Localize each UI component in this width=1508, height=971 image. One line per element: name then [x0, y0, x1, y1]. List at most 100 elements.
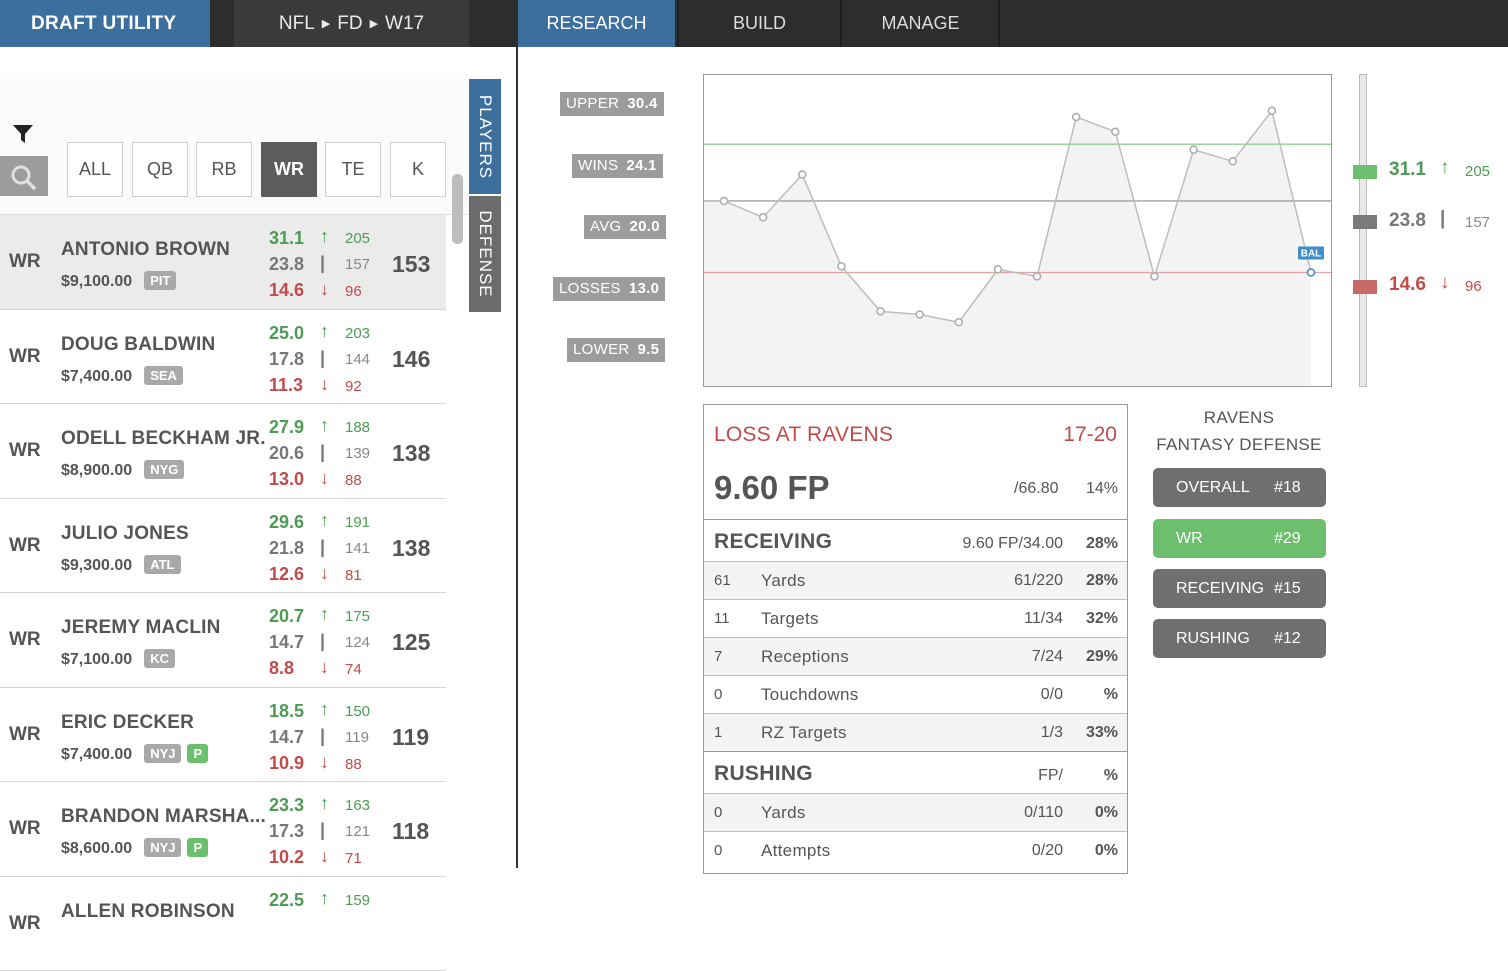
game-log-chart: BAL — [703, 74, 1332, 387]
nav-divider — [840, 0, 842, 47]
rushing-title: RUSHING — [714, 762, 813, 786]
avg-range-handle[interactable] — [1353, 215, 1377, 229]
stat-label: Touchdowns — [761, 685, 859, 705]
stat-share: 0/110 — [1024, 804, 1063, 822]
player-salary-line: $7,400.00SEA — [61, 367, 183, 386]
defense-rank-receiving-button[interactable]: RECEIVING#15 — [1153, 569, 1326, 608]
stat-label: Targets — [761, 609, 819, 629]
search-button[interactable] — [0, 156, 48, 196]
player-position: WR — [9, 724, 41, 746]
nav-divider — [677, 0, 679, 47]
player-name: DOUG BALDWIN — [61, 334, 215, 356]
game-point — [1229, 158, 1236, 165]
player-low-projection: 10.9 — [269, 753, 315, 774]
player-high-rank: 159 — [345, 892, 370, 909]
player-high-rank: 175 — [345, 608, 370, 625]
tier-avg: AVG20.0 — [584, 215, 666, 239]
arrow-down-icon: ↓ — [320, 752, 329, 773]
defense-rank-wr-button[interactable]: WR#29 — [1153, 519, 1326, 558]
defense-rank-label: WR — [1176, 519, 1203, 558]
player-position: WR — [9, 251, 41, 273]
filter-icon[interactable] — [12, 124, 34, 144]
player-score: 125 — [392, 629, 430, 656]
player-avg-rank: 124 — [345, 634, 370, 651]
game-point — [877, 308, 884, 315]
player-row[interactable]: WRDOUG BALDWIN$7,400.00SEA25.0↑20317.8|1… — [0, 310, 446, 405]
stat-share: 11/34 — [1024, 610, 1063, 628]
player-row[interactable]: WRALLEN ROBINSON22.5↑159 — [0, 877, 446, 971]
game-point — [1073, 113, 1080, 120]
game-point — [760, 214, 767, 221]
player-avg-rank: 141 — [345, 540, 370, 557]
stat-row: 0Attempts0/200% — [704, 831, 1127, 869]
stat-share: 61/220 — [1014, 572, 1063, 590]
nav-build-tab[interactable]: BUILD — [681, 0, 838, 47]
breadcrumb-week[interactable]: W17 — [385, 13, 424, 34]
defense-rank-overall-button[interactable]: OVERALL#18 — [1153, 468, 1326, 507]
player-name: JEREMY MACLIN — [61, 617, 221, 639]
player-score: 119 — [392, 724, 429, 751]
arrow-down-icon: ↓ — [320, 657, 329, 678]
arrow-down-icon: ↓ — [320, 846, 329, 867]
player-salary: $7,400.00 — [61, 746, 132, 763]
arrow-up-icon: ↑ — [320, 793, 329, 814]
defense-rank-label: RUSHING — [1176, 619, 1250, 658]
position-all-button[interactable]: ALL — [67, 142, 123, 197]
player-score: 138 — [392, 535, 430, 562]
nav-research-tab[interactable]: RESEARCH — [518, 0, 675, 47]
position-rb-button[interactable]: RB — [196, 142, 252, 197]
tier-wins-label: WINS — [578, 157, 618, 174]
stat-percent: 0% — [1095, 804, 1118, 822]
player-row[interactable]: WRJEREMY MACLIN$7,100.00KC20.7↑17514.7|1… — [0, 593, 446, 688]
player-salary: $9,300.00 — [61, 557, 132, 574]
player-salary: $7,100.00 — [61, 651, 132, 668]
game-fp-share: /66.80 — [1014, 480, 1058, 498]
player-avg-projection: 14.7 — [269, 727, 315, 748]
tier-avg-label: AVG — [590, 218, 621, 235]
player-high-rank: 191 — [345, 514, 370, 531]
tab-defense[interactable]: DEFENSE — [469, 196, 501, 312]
player-low-projection: 14.6 — [269, 280, 315, 301]
low-range-handle[interactable] — [1353, 280, 1377, 294]
player-salary-line: $8,900.00NYG — [61, 461, 184, 480]
player-low-projection: 12.6 — [269, 564, 315, 585]
player-salary-line: $9,300.00ATL — [61, 556, 181, 575]
tab-players[interactable]: PLAYERS — [469, 79, 501, 194]
breadcrumb-site[interactable]: FD — [337, 13, 362, 34]
player-avg-projection: 17.3 — [269, 821, 315, 842]
player-name: ANTONIO BROWN — [61, 239, 230, 261]
player-row[interactable]: WRJULIO JONES$9,300.00ATL29.6↑19121.8|14… — [0, 499, 446, 594]
defense-rank-value: #18 — [1274, 468, 1301, 507]
position-k-button[interactable]: K — [390, 142, 446, 197]
stat-share: 7/24 — [1032, 648, 1063, 666]
high-range-handle[interactable] — [1353, 165, 1377, 179]
game-log-chart-svg: BAL — [704, 75, 1331, 386]
player-row[interactable]: WRERIC DECKER$7,400.00NYJP18.5↑15014.7|1… — [0, 688, 446, 783]
stat-share: 0/0 — [1041, 686, 1063, 704]
position-wr-button[interactable]: WR — [261, 142, 317, 197]
position-filter-bar: ALL QB RB WR TE K — [0, 79, 469, 215]
breadcrumb-sport[interactable]: NFL — [279, 13, 315, 34]
game-point — [916, 311, 923, 318]
receiving-section-header: RECEIVING 9.60 FP/34.00 28% — [704, 519, 1127, 562]
breadcrumb-separator-icon: ▶ — [370, 18, 378, 30]
player-high-projection: 18.5 — [269, 701, 315, 722]
player-list-scrollbar[interactable] — [452, 174, 463, 244]
player-low-rank: 92 — [345, 378, 362, 395]
receiving-percent: 28% — [1086, 535, 1118, 553]
player-name: ERIC DECKER — [61, 712, 194, 734]
player-row[interactable]: WRODELL BECKHAM JR.$8,900.00NYG27.9↑1882… — [0, 404, 446, 499]
player-row[interactable]: WRANTONIO BROWN$9,100.00PIT31.1↑20523.8|… — [0, 215, 446, 310]
tier-lower-label: LOWER — [573, 341, 630, 358]
range-high-value: 31.1 — [1389, 159, 1426, 181]
breadcrumb[interactable]: NFL▶FD▶W17 — [234, 0, 469, 47]
position-qb-button[interactable]: QB — [132, 142, 188, 197]
defense-rank-rushing-button[interactable]: RUSHING#12 — [1153, 619, 1326, 658]
stat-row: 1RZ Targets1/333% — [704, 713, 1127, 751]
nav-manage-tab[interactable]: MANAGE — [843, 0, 998, 47]
player-avg-projection: 23.8 — [269, 254, 315, 275]
range-slider-track[interactable] — [1359, 74, 1367, 387]
app-brand[interactable]: DRAFT UTILITY — [0, 0, 210, 47]
player-row[interactable]: WRBRANDON MARSHA...$8,600.00NYJP23.3↑163… — [0, 782, 446, 877]
position-te-button[interactable]: TE — [325, 142, 381, 197]
